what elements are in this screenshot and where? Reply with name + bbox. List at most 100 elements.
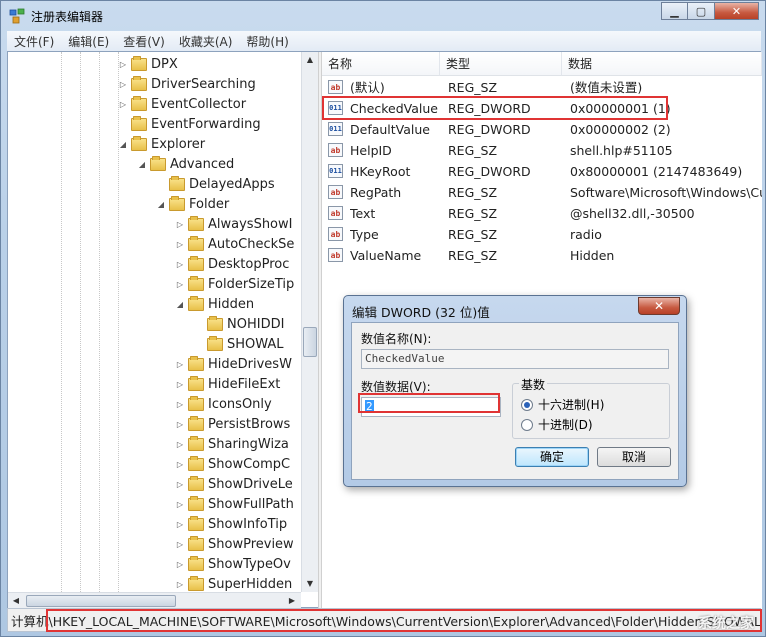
tree-node[interactable]: ▷ ShowFullPath (174, 494, 294, 514)
scroll-up-arrow-icon[interactable]: ▲ (302, 52, 318, 68)
tree-node[interactable]: NOHIDDI (193, 314, 284, 334)
cancel-button[interactable]: 取消 (597, 447, 671, 467)
minimize-button[interactable]: ▁ (661, 2, 688, 20)
list-item[interactable]: ab ValueName REG_SZ Hidden (322, 245, 762, 266)
list-item[interactable]: ab Type REG_SZ radio (322, 224, 762, 245)
tree-node[interactable]: ▷ HideFileExt (174, 374, 280, 394)
menu-edit[interactable]: 编辑(E) (61, 33, 116, 50)
tree-node[interactable]: ▷ SuperHidden (174, 574, 292, 592)
collapsed-arrow-icon[interactable]: ▷ (174, 360, 186, 369)
tree-node[interactable]: ▷ HideDrivesW (174, 354, 292, 374)
cell-name: DefaultValue (350, 122, 430, 137)
hex-radio[interactable]: 十六进制(H) (521, 396, 604, 413)
value-data-field[interactable]: 2 (361, 397, 501, 417)
list-item[interactable]: 011 DefaultValue REG_DWORD 0x00000002 (2) (322, 119, 762, 140)
tree-node-label: DriverSearching (151, 76, 256, 92)
tree-node[interactable]: ▷ ShowTypeOv (174, 554, 291, 574)
list-item[interactable]: 011 HKeyRoot REG_DWORD 0x80000001 (21474836… (322, 161, 762, 182)
collapsed-arrow-icon[interactable]: ▷ (174, 240, 186, 249)
collapsed-arrow-icon[interactable]: ▷ (174, 280, 186, 289)
close-button[interactable]: ✕ (715, 2, 759, 20)
collapsed-arrow-icon[interactable]: ▷ (174, 440, 186, 449)
tree-node[interactable]: ▷ ShowInfoTip (174, 514, 287, 534)
tree-vertical-scrollbar[interactable]: ▲ ▼ (301, 52, 318, 592)
tree-node[interactable]: ▷ IconsOnly (174, 394, 272, 414)
collapsed-arrow-icon[interactable]: ▷ (174, 560, 186, 569)
dialog-body: 数值名称(N): CheckedValue 数值数据(V): 2 基数 十六进制… (351, 322, 679, 480)
menu-help[interactable]: 帮助(H) (239, 33, 295, 50)
tree-node[interactable]: ◢ Explorer (117, 134, 205, 154)
collapsed-arrow-icon[interactable]: ▷ (174, 540, 186, 549)
tree-node[interactable]: ▷ FolderSizeTip (174, 274, 294, 294)
tree-node[interactable]: ◢ Folder (155, 194, 229, 214)
expanded-arrow-icon[interactable]: ◢ (117, 140, 129, 149)
string-value-icon: ab (328, 185, 343, 199)
scroll-left-arrow-icon[interactable]: ◀ (8, 593, 24, 609)
collapsed-arrow-icon[interactable]: ▷ (117, 100, 129, 109)
collapsed-arrow-icon[interactable]: ▷ (174, 420, 186, 429)
tree-node[interactable]: ▷ PersistBrows (174, 414, 290, 434)
collapsed-arrow-icon[interactable]: ▷ (117, 80, 129, 89)
tree-node[interactable]: ▷ EventCollector (117, 94, 246, 114)
menu-file[interactable]: 文件(F) (7, 33, 61, 50)
dialog-close-button[interactable]: ✕ (638, 297, 680, 315)
collapsed-arrow-icon[interactable]: ▷ (174, 260, 186, 269)
tree-node[interactable]: EventForwarding (117, 114, 261, 134)
column-header-data[interactable]: 数据 (562, 52, 762, 76)
tree-node-label: Advanced (170, 156, 235, 172)
tree-node[interactable]: ▷ ShowPreview (174, 534, 294, 554)
tree-node-label: DesktopProc (208, 256, 290, 272)
collapsed-arrow-icon[interactable]: ▷ (174, 520, 186, 529)
tree-scroll-thumb[interactable] (303, 327, 317, 357)
column-header-type[interactable]: 类型 (440, 52, 562, 76)
collapsed-arrow-icon[interactable]: ▷ (174, 480, 186, 489)
collapsed-arrow-icon[interactable]: ▷ (174, 380, 186, 389)
menu-favorites[interactable]: 收藏夹(A) (172, 33, 240, 50)
dec-radio[interactable]: 十进制(D) (521, 416, 593, 433)
tree-node[interactable]: ▷ DriverSearching (117, 74, 256, 94)
collapsed-arrow-icon[interactable]: ▷ (174, 400, 186, 409)
folder-icon (188, 395, 204, 411)
collapsed-arrow-icon[interactable]: ▷ (117, 60, 129, 69)
tree-horizontal-scrollbar[interactable]: ◀ ▶ (8, 592, 301, 609)
expanded-arrow-icon[interactable]: ◢ (136, 160, 148, 169)
cell-data: Software\Microsoft\Windows\Cu (570, 185, 762, 200)
ok-button[interactable]: 确定 (515, 447, 589, 467)
list-item[interactable]: ab RegPath REG_SZ Software\Microsoft\Window… (322, 182, 762, 203)
tree-node[interactable]: SHOWAL (193, 334, 284, 354)
column-header-name[interactable]: 名称 (322, 52, 440, 76)
binary-value-icon: 011 (328, 101, 343, 115)
tree-guide-line (99, 52, 100, 592)
menu-view[interactable]: 查看(V) (116, 33, 172, 50)
list-item[interactable]: ab HelpID REG_SZ shell.hlp#51105 (322, 140, 762, 161)
folder-icon (188, 215, 204, 231)
list-item[interactable]: 011 CheckedValue REG_DWORD 0x00000001 (1) (322, 98, 762, 119)
collapsed-arrow-icon[interactable]: ▷ (174, 500, 186, 509)
tree-node[interactable]: ▷ ShowDriveLe (174, 474, 293, 494)
expanded-arrow-icon[interactable]: ◢ (155, 200, 167, 209)
cell-type: REG_SZ (448, 185, 498, 200)
tree-node[interactable]: DelayedApps (155, 174, 275, 194)
tree-hscroll-thumb[interactable] (26, 595, 176, 607)
folder-icon (188, 515, 204, 531)
tree-node-label: ShowPreview (208, 536, 294, 552)
collapsed-arrow-icon[interactable]: ▷ (174, 460, 186, 469)
tree-node-label: Folder (189, 196, 230, 212)
collapsed-arrow-icon[interactable]: ▷ (174, 220, 186, 229)
scroll-right-arrow-icon[interactable]: ▶ (284, 593, 300, 609)
tree-node[interactable]: ◢ Advanced (136, 154, 234, 174)
tree-node[interactable]: ▷ SharingWiza (174, 434, 289, 454)
tree-node[interactable]: ▷ AlwaysShowI (174, 214, 292, 234)
tree-node[interactable]: ◢ Hidden (174, 294, 254, 314)
folder-icon (188, 255, 204, 271)
maximize-button[interactable]: ▢ (688, 2, 715, 20)
tree-node[interactable]: ▷ DesktopProc (174, 254, 289, 274)
collapsed-arrow-icon[interactable]: ▷ (174, 580, 186, 589)
list-item[interactable]: ab (默认) REG_SZ (数值未设置) (322, 77, 762, 98)
scroll-down-arrow-icon[interactable]: ▼ (302, 576, 318, 592)
list-item[interactable]: ab Text REG_SZ @shell32.dll,-30500 (322, 203, 762, 224)
tree-node[interactable]: ▷ DPX (117, 54, 178, 74)
tree-node[interactable]: ▷ AutoCheckSe (174, 234, 294, 254)
tree-node[interactable]: ▷ ShowCompC (174, 454, 290, 474)
expanded-arrow-icon[interactable]: ◢ (174, 300, 186, 309)
